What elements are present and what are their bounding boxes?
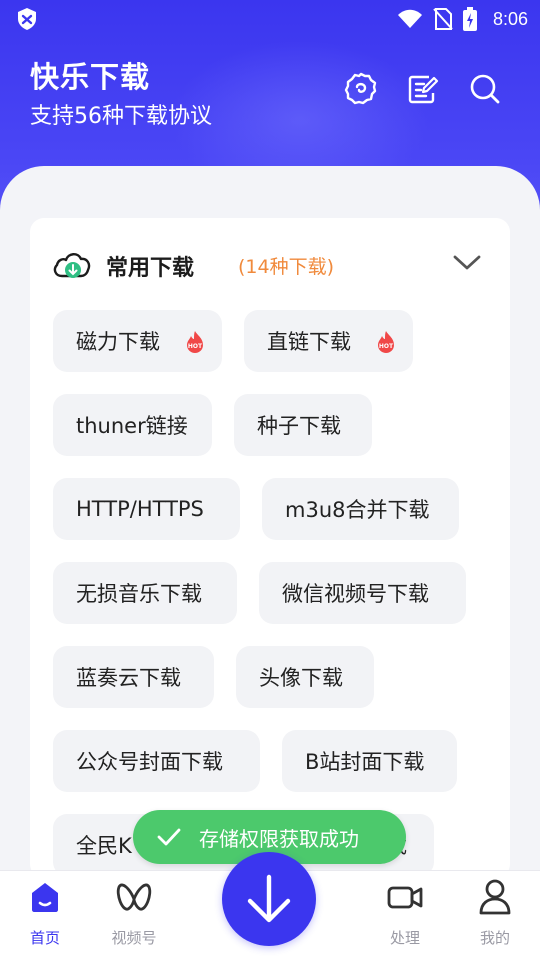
settings-icon <box>344 72 377 105</box>
card-header[interactable]: 常用下载 (14种下载) <box>30 218 510 308</box>
user-icon <box>479 879 511 915</box>
chip-official-account-cover-download[interactable]: 公众号封面下载 <box>53 730 260 792</box>
app-subtitle: 支持56种下载协议 <box>30 104 212 129</box>
chip-label: 微信视频号下载 <box>282 582 429 606</box>
chip-label: 全民K <box>76 834 132 858</box>
toast-text: 存储权限获取成功 <box>199 826 359 851</box>
common-downloads-card: 常用下载 (14种下载) 磁力下载 HOT 直链下载 HOT thuner链接 … <box>30 218 510 878</box>
chip-label: 直链下载 <box>267 330 351 354</box>
chip-label: m3u8合并下载 <box>285 498 430 522</box>
chip-label: 公众号封面下载 <box>76 750 223 774</box>
chip-label: 头像下载 <box>259 666 343 690</box>
chip-label: B站封面下载 <box>305 750 425 774</box>
chip-m3u8-merge-download[interactable]: m3u8合并下载 <box>262 478 459 540</box>
svg-text:HOT: HOT <box>379 343 394 350</box>
tab-label: 处理 <box>389 929 420 947</box>
tab-channels[interactable]: 视频号 <box>89 871 179 960</box>
chevron-down-icon[interactable] <box>452 250 482 274</box>
chip-label: HTTP/HTTPS <box>76 497 204 521</box>
chip-lossless-music-download[interactable]: 无损音乐下载 <box>53 562 237 624</box>
home-icon <box>32 883 58 912</box>
tab-mine[interactable]: 我的 <box>450 871 540 960</box>
tab-process[interactable]: 处理 <box>360 871 450 960</box>
app-title: 快乐下载 <box>30 60 151 94</box>
clock: 8:06 <box>492 8 528 29</box>
cloud-download-icon <box>53 253 91 278</box>
tab-label: 首页 <box>29 929 60 947</box>
video-camera-icon <box>387 886 423 909</box>
notes-icon <box>408 75 439 104</box>
chip-lanzou-cloud-download[interactable]: 蓝奏云下载 <box>53 646 214 708</box>
shield-icon <box>18 8 36 30</box>
settings-button[interactable] <box>342 70 380 108</box>
chip-label: 蓝奏云下载 <box>76 666 181 690</box>
chip-label: 无损音乐下载 <box>76 582 202 606</box>
section-count: (14种下载) <box>238 256 335 278</box>
chip-label: 磁力下载 <box>76 330 160 354</box>
check-icon <box>157 828 181 846</box>
no-sim-icon <box>433 8 453 30</box>
chip-direct-link-download[interactable]: 直链下载 HOT <box>244 310 413 372</box>
butterfly-icon <box>116 883 152 911</box>
chip-avatar-download[interactable]: 头像下载 <box>236 646 374 708</box>
wifi-icon <box>397 9 422 28</box>
search-icon <box>470 74 500 104</box>
download-arrow-icon <box>247 874 291 923</box>
tab-label: 视频号 <box>111 929 157 947</box>
hot-badge-icon: HOT <box>378 331 394 353</box>
download-fab-button[interactable] <box>222 852 316 946</box>
section-title: 常用下载 <box>106 256 195 281</box>
chip-torrent-download[interactable]: 种子下载 <box>234 394 372 456</box>
chip-thuner-link[interactable]: thuner链接 <box>53 394 212 456</box>
battery-charging-icon <box>462 7 477 31</box>
chip-bilibili-cover-download[interactable]: B站封面下载 <box>282 730 457 792</box>
svg-text:HOT: HOT <box>188 343 203 350</box>
tab-home[interactable]: 首页 <box>0 871 90 960</box>
chip-label: 种子下载 <box>257 414 341 438</box>
chip-wechat-channels-download[interactable]: 微信视频号下载 <box>259 562 466 624</box>
tab-label: 我的 <box>479 929 510 947</box>
chip-magnet-download[interactable]: 磁力下载 HOT <box>53 310 222 372</box>
chip-label: thuner链接 <box>76 414 188 438</box>
search-button[interactable] <box>466 70 504 108</box>
header-actions <box>342 70 504 108</box>
status-bar: 8:06 <box>0 0 540 38</box>
hot-badge-icon: HOT <box>187 331 203 353</box>
notes-button[interactable] <box>404 70 442 108</box>
chip-http-https[interactable]: HTTP/HTTPS <box>53 478 240 540</box>
